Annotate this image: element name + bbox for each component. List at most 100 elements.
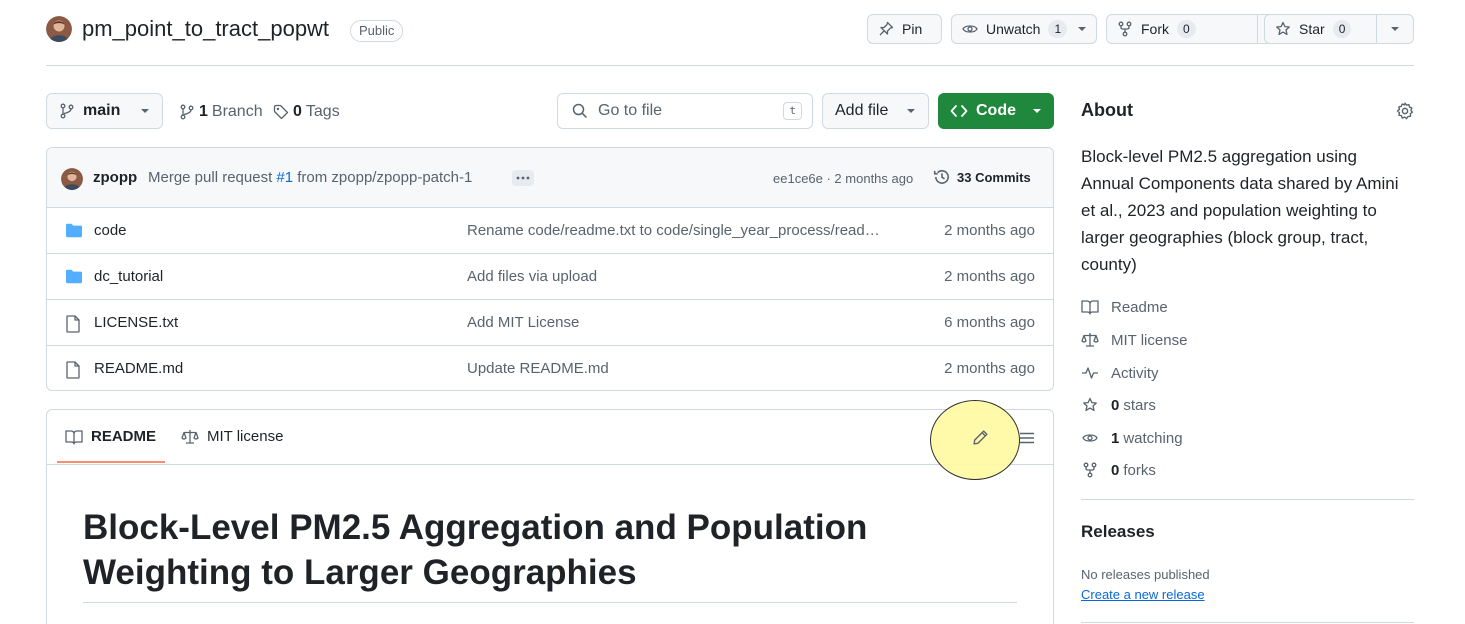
file-row[interactable]: code Rename code/readme.txt to code/sing… (47, 208, 1053, 254)
code-button[interactable]: Code (938, 93, 1054, 129)
pin-label: Pin (902, 21, 923, 37)
eye-icon (962, 21, 978, 37)
readme-tabs: README MIT license (47, 410, 1053, 465)
commit-message-suffix: from zpopp/zpopp-patch-1 (297, 169, 473, 186)
outline-button[interactable] (1019, 430, 1035, 446)
branch-selector[interactable]: main (46, 93, 163, 129)
create-release-link[interactable]: Create a new release (1081, 587, 1205, 602)
search-placeholder: Go to file (598, 102, 663, 119)
commit-author[interactable]: zpopp (93, 169, 137, 186)
about-description: Block-level PM2.5 aggregation using Annu… (1081, 147, 1399, 274)
go-to-file-input[interactable]: Go to file t (557, 93, 813, 129)
file-row[interactable]: LICENSE.txt Add MIT License 6 months ago (47, 300, 1053, 346)
add-file-label: Add file (835, 102, 889, 119)
star-icon (1275, 21, 1291, 37)
stars-count: 0 (1111, 396, 1120, 414)
repo-name[interactable]: pm_point_to_tract_popwt (82, 16, 329, 42)
add-file-button[interactable]: Add file (822, 93, 929, 129)
file-commit-message[interactable]: Rename code/readme.txt to code/single_ye… (467, 222, 897, 239)
file-commit-message[interactable]: Update README.md (467, 360, 897, 377)
file-date: 6 months ago (944, 314, 1035, 331)
stars-label: stars (1123, 396, 1156, 414)
eye-icon (1081, 430, 1099, 446)
pin-icon (878, 21, 894, 37)
fork-label: Fork (1141, 21, 1169, 37)
forks-label: forks (1123, 461, 1156, 479)
history-icon (933, 168, 951, 186)
header-divider (46, 65, 1414, 66)
file-icon (65, 315, 81, 333)
commits-link[interactable]: 33 Commits (933, 168, 1031, 186)
commit-message[interactable]: Merge pull request #1 from zpopp/zpopp-p… (148, 169, 472, 186)
sidebar-item-watching[interactable]: 1 watching (1081, 428, 1183, 448)
about-title: About (1081, 100, 1133, 120)
chevron-down-icon[interactable] (1077, 26, 1097, 32)
chevron-down-icon (906, 108, 916, 114)
pin-button[interactable]: Pin (867, 14, 942, 44)
tags-link[interactable]: 0 Tags (273, 100, 340, 124)
folder-icon (65, 223, 83, 238)
watching-label: watching (1123, 429, 1183, 447)
edit-readme-button[interactable] (972, 429, 989, 446)
readme-heading-divider (83, 602, 1017, 603)
owner-avatar[interactable] (46, 16, 72, 42)
star-icon (1081, 397, 1099, 413)
tab-license-label: MIT license (207, 428, 284, 445)
branch-icon (179, 104, 195, 120)
star-dropdown[interactable] (1377, 15, 1413, 43)
branch-label: Branch (211, 103, 263, 120)
file-name[interactable]: LICENSE.txt (94, 314, 178, 331)
code-label: Code (976, 102, 1016, 119)
watch-label: Unwatch (986, 21, 1041, 37)
branch-name: main (83, 102, 121, 119)
code-icon (950, 103, 968, 119)
file-commit-message[interactable]: Add files via upload (467, 268, 897, 285)
folder-icon (65, 269, 83, 284)
sidebar-divider (1081, 499, 1414, 500)
watch-count: 1 (1048, 20, 1068, 38)
repo-header: pm_point_to_tract_popwt Public Pin Unwat… (46, 14, 1414, 46)
book-icon (1081, 299, 1099, 315)
pull-request-link[interactable]: #1 (276, 169, 293, 186)
file-commit-message[interactable]: Add MIT License (467, 314, 897, 331)
sidebar-divider (1081, 622, 1414, 623)
tag-label: Tags (305, 103, 340, 120)
star-label: Star (1299, 21, 1325, 37)
tab-license[interactable]: MIT license (181, 428, 283, 445)
commit-author-avatar[interactable] (61, 168, 83, 190)
star-button[interactable]: Star 0 (1264, 14, 1414, 44)
tag-icon (273, 104, 289, 120)
sidebar-item-activity[interactable]: Activity (1081, 363, 1159, 383)
file-icon (65, 361, 81, 379)
releases-title[interactable]: Releases (1081, 522, 1155, 542)
keyboard-shortcut: t (783, 102, 802, 120)
sidebar-item-license[interactable]: MIT license (1081, 330, 1187, 350)
sidebar-item-label: Readme (1111, 298, 1168, 316)
commit-meta[interactable]: ee1ce6e · 2 months ago (773, 171, 913, 186)
readme-heading: Block-Level PM2.5 Aggregation and Popula… (83, 508, 868, 592)
tab-readme[interactable]: README (65, 428, 156, 445)
file-name[interactable]: dc_tutorial (94, 268, 163, 285)
fork-icon (1117, 21, 1133, 37)
sidebar-item-stars[interactable]: 0 stars (1081, 395, 1156, 415)
watch-button[interactable]: Unwatch 1 (951, 14, 1097, 44)
visibility-badge: Public (350, 20, 404, 42)
active-tab-indicator (57, 461, 165, 463)
gear-icon[interactable] (1396, 102, 1414, 120)
forks-count: 0 (1111, 461, 1120, 479)
search-icon (572, 103, 588, 119)
file-date: 2 months ago (944, 222, 1035, 239)
file-name[interactable]: code (94, 222, 127, 239)
expand-commit-button[interactable] (512, 170, 534, 186)
sidebar-item-readme[interactable]: Readme (1081, 297, 1168, 317)
chevron-down-icon (1390, 26, 1400, 32)
file-name[interactable]: README.md (94, 360, 183, 377)
file-row[interactable]: dc_tutorial Add files via upload 2 month… (47, 254, 1053, 300)
commits-count: 33 Commits (957, 169, 1031, 185)
file-table: zpopp Merge pull request #1 from zpopp/z… (46, 147, 1054, 391)
fork-icon (1081, 462, 1099, 478)
branches-link[interactable]: 1 Branch (179, 100, 263, 124)
sidebar-item-forks[interactable]: 0 forks (1081, 460, 1156, 480)
file-date: 2 months ago (944, 360, 1035, 377)
file-row[interactable]: README.md Update README.md 2 months ago (47, 346, 1053, 390)
